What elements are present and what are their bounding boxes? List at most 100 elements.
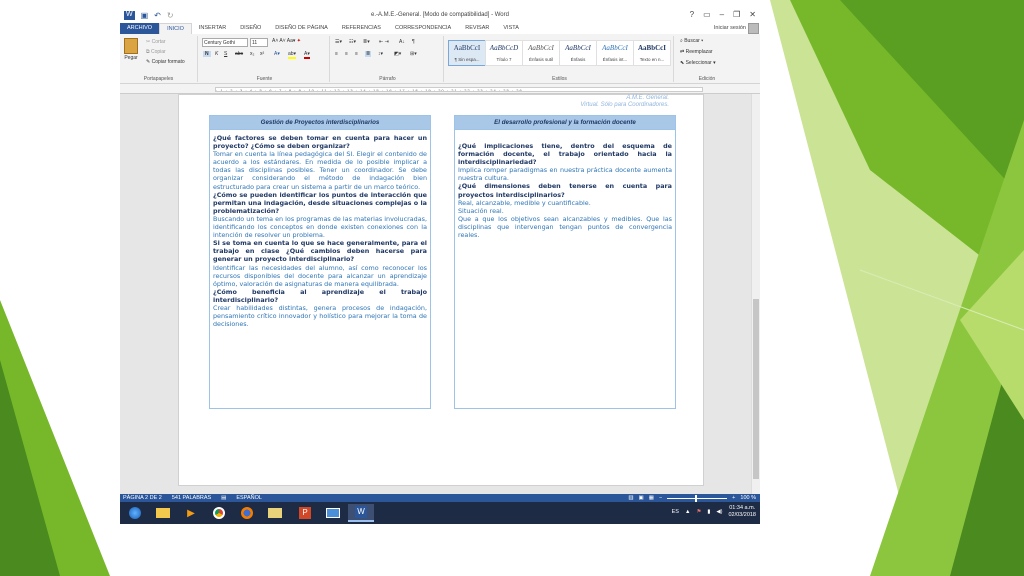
replace-button[interactable]: ⇄ Reemplazar [680,49,713,55]
tab-inicio[interactable]: INICIO [159,23,192,34]
clock[interactable]: 01:34 a.m. 02/03/2018 [728,505,756,519]
borders-button[interactable]: ⊞▾ [410,51,417,57]
style-titulo-7[interactable]: AaBbCcD Título 7 [485,40,523,66]
bold-button[interactable]: N [203,51,211,57]
taskbar-chrome[interactable] [206,504,232,522]
style-name: ¶ Sin espa... [454,57,480,62]
font-size-select[interactable]: 11 [250,38,268,47]
restore-button[interactable]: ❐ [733,10,740,19]
paste-button[interactable]: Pegar [124,38,138,61]
zoom-out-button[interactable]: − [659,494,662,502]
tab-archivo[interactable]: ARCHIVO [120,23,160,34]
taskbar-photos[interactable] [320,504,346,522]
style-sample: AaBbCcI [528,44,554,52]
document-page[interactable]: A.M.E. General. Virtual. Sólo para Coord… [178,94,704,486]
taskbar-firefox[interactable] [234,504,260,522]
select-button[interactable]: ⬉ Seleccionar ▾ [680,60,716,66]
answer: Identificar las necesidades del alumno, … [213,263,427,288]
copy-icon: ⧉ [146,49,150,55]
numbering-button[interactable]: ☷▾ [349,39,356,45]
vertical-scrollbar[interactable] [751,94,760,494]
network-icon[interactable]: ▮ [707,509,710,515]
tab-revisar[interactable]: REVISAR [458,23,496,34]
sign-in-link[interactable]: Iniciar sesión [714,25,746,31]
tab-referencias[interactable]: REFERENCIAS [335,23,388,34]
style-enfasis[interactable]: AaBbCcI Énfasis [559,40,597,66]
print-layout-icon[interactable]: ▣ [639,494,644,502]
minimize-button[interactable]: – [720,10,724,19]
read-mode-icon[interactable]: ▥ [628,494,633,502]
copy-button[interactable]: ⧉ Copiar [146,49,166,55]
proofing-icon[interactable]: ▤ [221,494,226,502]
taskbar-word[interactable]: W [348,504,374,522]
question: ¿Cómo se pueden identificar los puntos d… [213,190,427,215]
tray-expand-icon[interactable]: ▲ [685,509,690,515]
highlight-button[interactable]: ab▾ [288,51,297,59]
answer: Implica romper paradigmas en nuestra prá… [458,166,672,183]
left-text-box[interactable]: Gestión de Proyectos interdisciplinarios… [209,115,431,409]
taskbar-folder-2[interactable] [262,504,288,522]
show-marks-button[interactable]: ¶ [412,39,415,45]
folder-icon [156,508,170,518]
ribbon-display-button[interactable]: ▭ [703,10,711,19]
underline-button[interactable]: S [224,51,227,57]
grow-shrink-font[interactable]: A˄ A˅ Aa▾ ✦ [272,38,301,44]
input-language[interactable]: ES [672,509,679,515]
format-painter-button[interactable]: ✎ Copiar formato [146,59,185,65]
subscript-button[interactable]: x₂ [250,51,254,57]
style-sin-espaciado[interactable]: AaBbCcI ¶ Sin espa... [448,40,486,66]
tab-vista[interactable]: VISTA [496,23,526,34]
line-spacing-button[interactable]: ↕▾ [378,51,383,57]
style-enfasis-intenso[interactable]: AaBbCcI Énfasis int... [596,40,634,66]
justify-button[interactable]: ≣ [365,51,372,57]
avatar[interactable] [748,23,759,34]
zoom-slider-handle[interactable] [695,494,698,502]
close-button[interactable]: ✕ [749,10,756,19]
tab-correspondencia[interactable]: CORRESPONDENCIA [388,23,458,34]
tab-insertar[interactable]: INSERTAR [192,23,233,34]
question: ¿Cómo beneficia al aprendizaje el trabaj… [213,287,427,304]
zoom-in-button[interactable]: + [732,494,735,502]
style-enfasis-sutil[interactable]: AaBbCcI Énfasis sutil [522,40,560,66]
tab-diseno-pagina[interactable]: DISEÑO DE PÁGINA [268,23,335,34]
system-tray: ES ▲ ⚑ ▮ ◀) 01:34 a.m. 02/03/2018 [672,505,756,519]
cut-button[interactable]: ✂ Cortar [146,39,166,45]
word-count[interactable]: 541 PALABRAS [172,494,211,502]
paragraph-group-label: Párrafo [379,76,396,82]
flag-icon[interactable]: ⚑ [696,509,701,515]
align-left-button[interactable]: ≡ [335,51,338,57]
sort-button[interactable]: A↓ [399,39,405,45]
help-button[interactable]: ? [690,10,694,19]
right-text-box[interactable]: El desarrollo profesional y la formación… [454,115,676,409]
italic-button[interactable]: K [215,51,218,57]
find-button[interactable]: ⌕ Buscar ▾ [680,38,703,44]
align-center-button[interactable]: ≡ [345,51,348,57]
start-button[interactable] [122,504,148,522]
text-effects-button[interactable]: A▾ [274,51,280,57]
taskbar-powerpoint[interactable]: P [292,504,318,522]
zoom-level[interactable]: 100 % [740,494,756,502]
ribbon-tabs: ARCHIVO INICIO INSERTAR DISEÑO DISEÑO DE… [120,23,760,34]
shading-button[interactable]: ◩▾ [394,51,401,57]
font-color-button[interactable]: A▾ [304,51,310,59]
align-right-button[interactable]: ≡ [355,51,358,57]
style-texto-negrita[interactable]: AaBbCcI Texto en n... [633,40,671,66]
volume-icon[interactable]: ◀) [716,509,722,515]
zoom-slider[interactable] [667,494,728,502]
multilevel-button[interactable]: ≣▾ [363,39,370,45]
editing-group: ⌕ Buscar ▾ ⇄ Reemplazar ⬉ Seleccionar ▾ … [676,36,738,82]
web-layout-icon[interactable]: ▦ [649,494,654,502]
tab-diseno[interactable]: DISEÑO [233,23,268,34]
indent-buttons[interactable]: ⇤ ⇥ [379,39,389,45]
scrollbar-thumb[interactable] [753,299,759,479]
image-icon [326,508,340,518]
strikethrough-button[interactable]: abc [235,51,243,57]
horizontal-ruler[interactable]: · 1 · 2 · 3 · 4 · 5 · 6 · 7 · 8 · 9 · 10… [120,85,760,94]
taskbar-explorer[interactable] [150,504,176,522]
page-count[interactable]: PÁGINA 2 DE 2 [123,494,162,502]
bullets-button[interactable]: ☰▾ [335,39,342,45]
superscript-button[interactable]: x² [260,51,264,57]
language-indicator[interactable]: ESPAÑOL [236,494,262,502]
taskbar-media-player[interactable]: ▶ [178,504,204,522]
font-name-select[interactable]: Century Gothi [202,38,248,47]
